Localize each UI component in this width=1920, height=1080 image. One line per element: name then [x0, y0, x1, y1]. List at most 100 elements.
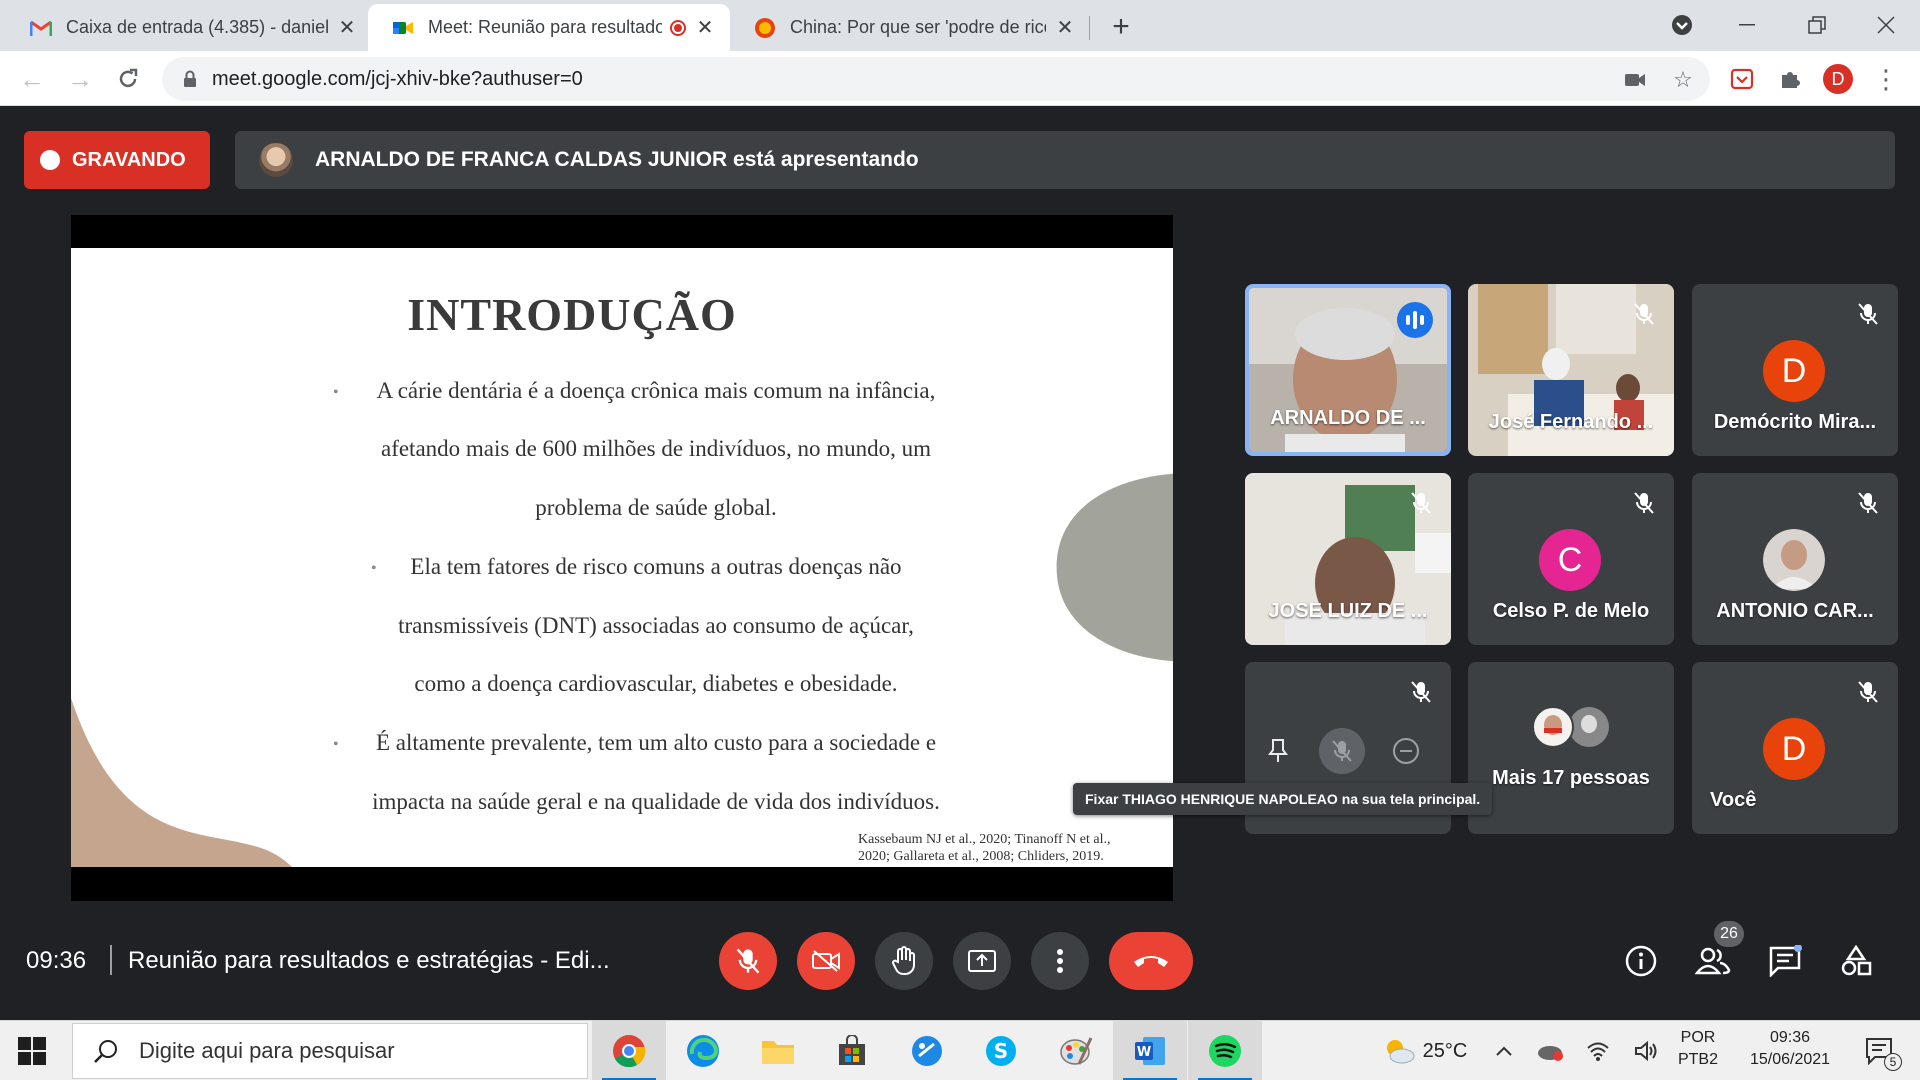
presenter-avatar	[259, 143, 293, 177]
spotify-icon	[1209, 1035, 1241, 1067]
slide: INTRODUÇÃO • A cárie dentária é a doença…	[71, 248, 1173, 867]
gmail-icon	[30, 17, 52, 39]
tab-news[interactable]: China: Por que ser 'podre de rico ✕	[730, 4, 1090, 51]
taskbar-search-box[interactable]: Digite aqui para pesquisar	[72, 1023, 588, 1079]
participant-tile[interactable]: ANTONIO CAR...	[1692, 473, 1898, 645]
volume-icon[interactable]	[1630, 1021, 1662, 1080]
participant-tile[interactable]: José Fernando ...	[1468, 284, 1674, 456]
search-placeholder: Digite aqui para pesquisar	[139, 1038, 395, 1063]
weather-icon	[1386, 1040, 1415, 1064]
weather-widget[interactable]: 25°C	[1370, 1021, 1480, 1080]
chrome-app[interactable]	[592, 1021, 666, 1080]
recording-dot-icon	[40, 150, 60, 170]
tab-gmail[interactable]: Caixa de entrada (4.385) - daniel ✕	[6, 4, 372, 51]
meeting-details-button[interactable]	[1621, 941, 1661, 981]
onedrive-icon[interactable]	[1534, 1021, 1566, 1080]
news-icon	[754, 17, 776, 39]
reload-button[interactable]	[110, 61, 146, 97]
more-participants-label: Mais 17 pessoas	[1492, 767, 1650, 789]
close-tab-icon[interactable]: ✕	[336, 17, 358, 39]
leave-call-button[interactable]	[1109, 932, 1193, 990]
camera-blocked-icon[interactable]	[1622, 67, 1648, 93]
avatar: D	[1763, 718, 1825, 780]
remove-participant-icon[interactable]	[1383, 728, 1429, 774]
edge-app[interactable]	[666, 1021, 740, 1080]
participant-tile[interactable]: JOSE LUIZ DE ...	[1245, 473, 1451, 645]
paint-app[interactable]	[1039, 1021, 1113, 1080]
microphone-toggle-button[interactable]	[719, 932, 777, 990]
restore-button[interactable]	[1792, 6, 1842, 44]
participant-name: José Fernando ...	[1488, 411, 1654, 433]
participant-name: ANTONIO CAR...	[1716, 600, 1874, 622]
notifications-button[interactable]: 5	[1856, 1021, 1904, 1080]
activities-icon	[1841, 945, 1872, 976]
tab-search-button[interactable]	[1657, 6, 1707, 44]
close-window-button[interactable]	[1861, 6, 1911, 44]
language-code: POR	[1680, 1029, 1716, 1046]
tab-meet[interactable]: Meet: Reunião para resultado ✕	[368, 4, 730, 51]
address-bar[interactable]: meet.google.com/jcj-xhiv-bke?authuser=0 …	[162, 57, 1710, 101]
present-screen-button[interactable]	[953, 932, 1011, 990]
raise-hand-button[interactable]	[875, 932, 933, 990]
lock-icon	[184, 70, 196, 87]
meet-stage: GRAVANDO ARNALDO DE FRANCA CALDAS JUNIOR…	[0, 107, 1920, 1020]
meeting-title: Reunião para resultados e estratégias - …	[128, 947, 610, 974]
store-icon	[839, 1035, 865, 1065]
folder-icon	[762, 1041, 794, 1064]
participant-tile[interactable]: ARNALDO DE ...	[1245, 284, 1451, 456]
avatar-stack	[1532, 706, 1609, 748]
browser-toolbar: ← → meet.google.com/jcj-xhiv-bke?authuse…	[0, 51, 1920, 106]
mic-off-icon	[736, 948, 760, 974]
more-vert-icon	[1057, 949, 1063, 973]
windows-start-icon[interactable]	[18, 1037, 46, 1065]
bookmark-star-icon[interactable]: ☆	[1670, 67, 1696, 93]
tab-title: Caixa de entrada (4.385) - daniel	[66, 17, 328, 37]
close-tab-icon[interactable]: ✕	[1054, 17, 1076, 39]
new-tab-button[interactable]: +	[1104, 10, 1138, 44]
participant-tile-self[interactable]: D Você	[1692, 662, 1898, 834]
file-explorer-app[interactable]	[741, 1021, 815, 1080]
reference-line: Kassebaum NJ et al., 2020; Tinanoff N et…	[858, 832, 1111, 847]
presentation-area: INTRODUÇÃO • A cárie dentária é a doença…	[71, 215, 1173, 901]
mute-participant-icon[interactable]	[1319, 728, 1365, 774]
more-participants-tile[interactable]: Mais 17 pessoas	[1468, 662, 1674, 834]
pocket-extension-icon[interactable]	[1726, 63, 1758, 95]
slide-line: impacta na saúde geral e na qualidade de…	[372, 789, 940, 814]
more-options-button[interactable]	[1031, 932, 1089, 990]
system-clock[interactable]: 09:36 15/06/2021	[1740, 1027, 1840, 1071]
wifi-icon[interactable]	[1582, 1021, 1614, 1080]
participant-tile[interactable]: C Celso P. de Melo	[1468, 473, 1674, 645]
spotify-app[interactable]	[1188, 1021, 1262, 1080]
back-button[interactable]: ←	[14, 61, 50, 97]
meeting-clock: 09:36	[26, 947, 87, 974]
tab-divider	[1089, 16, 1090, 40]
vpn-app[interactable]	[890, 1021, 964, 1080]
forward-button[interactable]: →	[62, 61, 98, 97]
temperature: 25°C	[1422, 1039, 1468, 1062]
mic-off-icon	[1854, 489, 1882, 517]
activities-button[interactable]	[1836, 941, 1876, 981]
clock-time: 09:36	[1769, 1029, 1811, 1046]
skype-app[interactable]: S	[964, 1021, 1038, 1080]
pin-icon[interactable]	[1255, 728, 1301, 774]
show-hidden-icons-chevron-icon[interactable]	[1488, 1021, 1520, 1080]
keyboard-language[interactable]: POR PTB2	[1668, 1027, 1728, 1071]
keyboard-layout: PTB2	[1677, 1051, 1718, 1068]
participant-name: Você	[1710, 789, 1757, 811]
participant-name: ARNALDO DE ...	[1270, 407, 1426, 429]
show-everyone-button[interactable]	[1693, 941, 1733, 981]
profile-avatar[interactable]: D	[1822, 63, 1854, 95]
minimize-button[interactable]	[1722, 6, 1772, 44]
extensions-puzzle-icon[interactable]	[1774, 63, 1806, 95]
word-app[interactable]: W	[1113, 1021, 1187, 1080]
camera-toggle-button[interactable]	[797, 932, 855, 990]
hang-up-icon	[1134, 956, 1168, 967]
slide-line: problema de saúde global.	[535, 495, 777, 520]
participant-tile[interactable]: D Demócrito Mira...	[1692, 284, 1898, 456]
recording-icon	[670, 19, 686, 36]
chat-button[interactable]	[1765, 941, 1805, 981]
store-app[interactable]	[815, 1021, 889, 1080]
svg-text:S: S	[994, 1039, 1008, 1063]
browser-menu-icon[interactable]: ⋮	[1870, 63, 1902, 95]
close-tab-icon[interactable]: ✕	[694, 17, 716, 39]
